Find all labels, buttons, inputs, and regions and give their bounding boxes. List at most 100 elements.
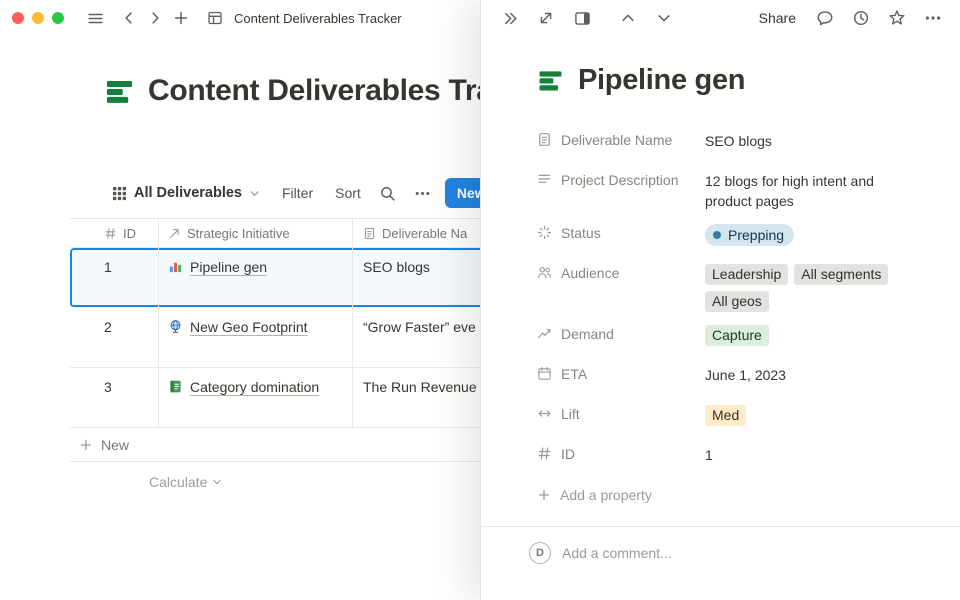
database-icon[interactable] <box>104 76 135 107</box>
status-text: Prepping <box>728 226 784 244</box>
more-dots-icon <box>924 9 942 27</box>
property-value[interactable]: 12 blogs for high intent and product pag… <box>705 164 912 211</box>
column-label: Strategic Initiative <box>187 226 290 241</box>
cell-id[interactable]: 1 <box>70 248 158 307</box>
property-value[interactable]: SEO blogs <box>705 124 912 158</box>
new-row-label: New <box>101 437 129 453</box>
cell-initiative[interactable]: Category domination <box>158 368 352 427</box>
relation-arrow-icon <box>168 227 181 240</box>
cell-id[interactable]: 3 <box>70 368 158 427</box>
column-header-initiative[interactable]: Strategic Initiative <box>158 219 352 247</box>
panel-topbar: Share <box>481 0 960 36</box>
property-value[interactable]: Capture <box>705 318 912 352</box>
close-window-button[interactable] <box>12 12 24 24</box>
record-title[interactable]: Pipeline gen <box>578 64 745 97</box>
sidebar-menu-button[interactable] <box>82 5 108 31</box>
property-name: ETA <box>561 365 587 383</box>
page-link[interactable]: New Geo Footprint <box>190 318 308 337</box>
chevron-down-icon <box>249 188 260 199</box>
property-value[interactable]: June 1, 2023 <box>705 358 912 392</box>
status-pill[interactable]: Prepping <box>705 224 794 246</box>
plus-icon <box>537 488 551 502</box>
zoom-window-button[interactable] <box>52 12 64 24</box>
property-name: Lift <box>561 405 580 423</box>
property-value[interactable]: Leadership All segments All geos <box>705 257 912 312</box>
filter-button[interactable]: Filter <box>282 185 313 201</box>
property-label[interactable]: ETA <box>537 358 705 392</box>
page-options-button[interactable] <box>920 5 946 31</box>
property-row-id: ID 1 <box>537 438 912 472</box>
trend-icon <box>537 326 552 341</box>
property-row-demand: Demand Capture <box>537 318 912 352</box>
next-record-button[interactable] <box>651 5 677 31</box>
status-icon <box>537 225 552 240</box>
database-icon[interactable] <box>537 67 564 94</box>
record-header: Pipeline gen <box>537 64 912 97</box>
tag-pill[interactable]: Capture <box>705 325 769 346</box>
property-value[interactable]: Med <box>705 398 912 432</box>
tag-pill[interactable]: All geos <box>705 291 769 312</box>
page-link[interactable]: Category domination <box>190 378 319 397</box>
add-property-button[interactable]: Add a property <box>537 478 912 512</box>
cell-initiative[interactable]: Pipeline gen <box>158 248 352 307</box>
cell-id[interactable]: 2 <box>70 308 158 367</box>
double-chevron-right-icon <box>502 10 519 27</box>
search-button[interactable] <box>379 185 396 202</box>
sort-button[interactable]: Sort <box>335 185 361 201</box>
tag-pill[interactable]: All segments <box>794 264 888 285</box>
history-button[interactable] <box>848 5 874 31</box>
side-peek-mode-button[interactable] <box>569 5 595 31</box>
new-tab-button[interactable] <box>168 5 194 31</box>
property-label[interactable]: Demand <box>537 318 705 352</box>
expand-diagonal-icon <box>538 10 554 26</box>
bar-chart-icon <box>168 259 183 274</box>
nav-forward-button[interactable] <box>142 5 168 31</box>
hash-icon <box>537 446 552 461</box>
side-peek-icon <box>574 10 591 27</box>
view-selector[interactable]: All Deliverables <box>112 185 260 201</box>
doc-icon <box>537 132 552 147</box>
search-icon <box>379 185 396 202</box>
plus-icon <box>173 10 189 26</box>
comment-input[interactable]: Add a comment... <box>562 545 672 561</box>
property-label[interactable]: Deliverable Name <box>537 124 705 158</box>
page-link[interactable]: Pipeline gen <box>190 258 267 277</box>
add-property-label: Add a property <box>560 487 652 503</box>
table-view-icon <box>112 186 127 201</box>
property-value[interactable]: 1 <box>705 438 912 472</box>
tab-page-icon <box>202 5 228 31</box>
tab-title[interactable]: Content Deliverables Tracker <box>234 11 402 26</box>
favorite-button[interactable] <box>884 5 910 31</box>
property-row-deliverable-name: Deliverable Name SEO blogs <box>537 124 912 158</box>
property-row-audience: Audience Leadership All segments All geo… <box>537 257 912 312</box>
property-value[interactable]: Prepping <box>705 217 912 251</box>
property-label[interactable]: Project Description <box>537 164 705 211</box>
property-row-project-description: Project Description 12 blogs for high in… <box>537 164 912 211</box>
share-button[interactable]: Share <box>753 7 802 29</box>
nav-back-button[interactable] <box>116 5 142 31</box>
globe-icon <box>168 319 183 334</box>
view-options-button[interactable] <box>414 185 431 202</box>
chevron-right-icon <box>147 10 163 26</box>
avatar: D <box>529 542 551 564</box>
property-label[interactable]: ID <box>537 438 705 472</box>
property-label[interactable]: Audience <box>537 257 705 312</box>
property-label[interactable]: Lift <box>537 398 705 432</box>
property-name: Audience <box>561 264 619 282</box>
clock-icon <box>852 9 870 27</box>
column-header-id[interactable]: ID <box>70 219 158 247</box>
tag-pill[interactable]: Leadership <box>705 264 788 285</box>
property-label[interactable]: Status <box>537 217 705 251</box>
chevron-left-icon <box>121 10 137 26</box>
expand-page-button[interactable] <box>533 5 559 31</box>
comments-button[interactable] <box>812 5 838 31</box>
tag-pill[interactable]: Med <box>705 405 746 426</box>
property-name: Demand <box>561 325 614 343</box>
minimize-window-button[interactable] <box>32 12 44 24</box>
property-name: Status <box>561 224 601 242</box>
hamburger-icon <box>87 10 104 27</box>
previous-record-button[interactable] <box>615 5 641 31</box>
property-name: ID <box>561 445 575 463</box>
cell-initiative[interactable]: New Geo Footprint <box>158 308 352 367</box>
close-peek-button[interactable] <box>497 5 523 31</box>
